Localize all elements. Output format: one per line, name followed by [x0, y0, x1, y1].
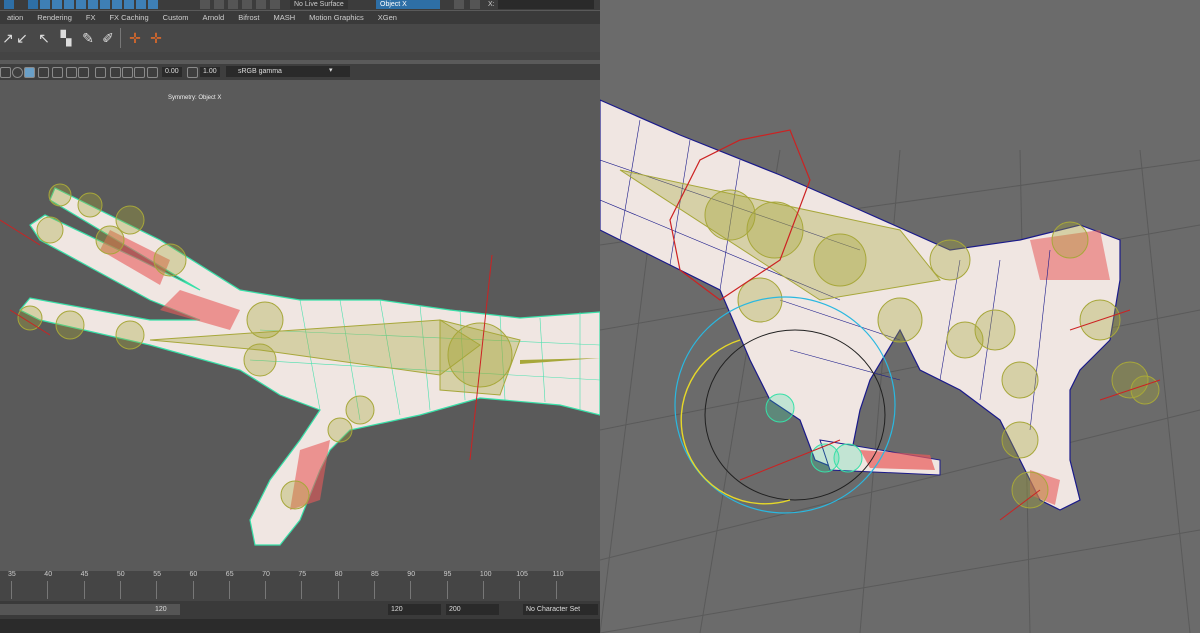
timeline-tick-label: 50 [116, 571, 125, 578]
timeline-tick [482, 581, 484, 599]
timeline-tick-label: 55 [153, 571, 161, 578]
timeline-tick [374, 581, 375, 599]
timeline-tick-label: 80 [334, 571, 343, 578]
range-slider: 120 120 200 No Character Set [0, 601, 600, 619]
timeline[interactable]: 35 40 45 50 55 60 65 70 75 80 85 90 95 100 105 110 [0, 571, 600, 601]
timeline-tick-label: 45 [80, 571, 89, 578]
timeline-tick [83, 581, 85, 599]
range-current-end: 120 [155, 606, 167, 613]
timeline-tick [519, 581, 521, 599]
range-max-field[interactable]: 200 [446, 604, 499, 615]
timeline-tick [228, 581, 230, 599]
timeline-tick [156, 581, 158, 599]
timeline-tick [119, 581, 121, 599]
left-viewport-scene [0, 183, 600, 546]
timeline-tick-label: 65 [225, 571, 234, 578]
timeline-tick-label: 105 [516, 571, 528, 578]
timeline-tick [410, 581, 412, 599]
timeline-tick [446, 581, 448, 599]
timeline-tick-label: 95 [443, 571, 452, 578]
command-line[interactable] [0, 619, 600, 633]
timeline-tick [11, 581, 12, 599]
timeline-tick [301, 581, 303, 599]
timeline-tick [555, 581, 557, 599]
timeline-tick [265, 581, 267, 599]
timeline-tick-label: 60 [189, 571, 198, 578]
maya-left-panel: No Live Surface Object X X: ation Renderi… [0, 0, 600, 633]
right-viewport [600, 0, 1200, 633]
timeline-tick [192, 581, 194, 599]
timeline-tick-label: 40 [44, 571, 53, 578]
timeline-tick-label: 35 [8, 571, 16, 578]
timeline-tick [337, 581, 339, 599]
timeline-tick-label: 85 [371, 571, 379, 578]
timeline-tick-label: 75 [298, 571, 307, 578]
timeline-tick-label: 70 [262, 571, 270, 578]
range-end-field[interactable]: 120 [388, 604, 441, 615]
right-viewport-scene [600, 99, 1200, 633]
character-set-dropdown[interactable]: No Character Set [523, 604, 598, 615]
timeline-tick-label: 110 [552, 571, 564, 578]
timeline-tick-label: 100 [479, 571, 492, 578]
timeline-tick-label: 90 [407, 571, 416, 578]
timeline-tick [47, 581, 49, 599]
